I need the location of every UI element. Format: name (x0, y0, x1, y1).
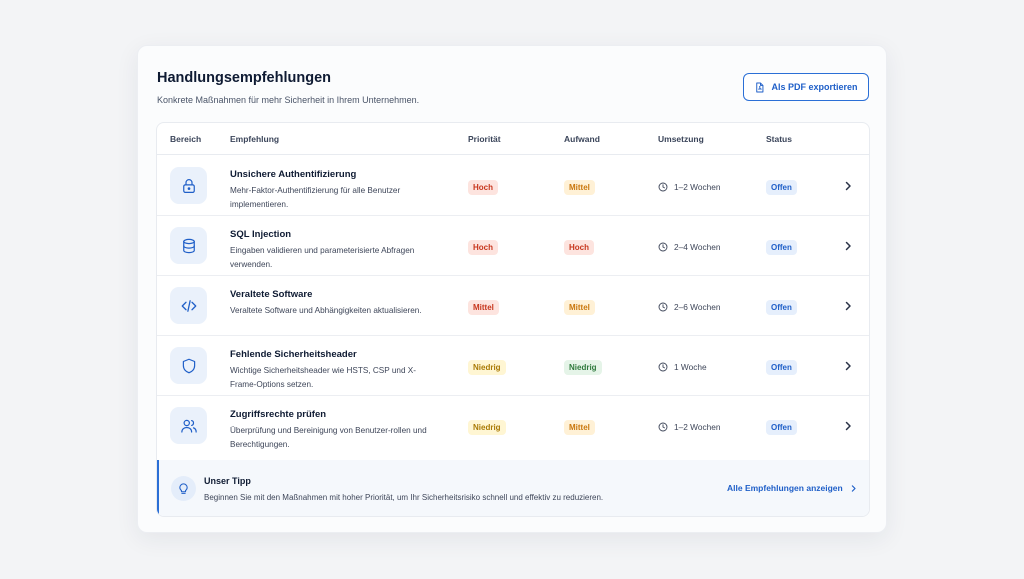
tip-text: Beginnen Sie mit den Maßnahmen mit hoher… (204, 493, 604, 502)
chevron-right-icon (851, 484, 856, 492)
chevron-right-icon[interactable] (842, 360, 854, 372)
tip-title: Unser Tipp (204, 476, 251, 486)
priority-badge: Hoch (468, 240, 498, 255)
tip-box: Unser Tipp Beginnen Sie mit den Maßnahme… (157, 460, 869, 516)
table-row[interactable]: Veraltete Software Veraltete Software un… (157, 276, 869, 336)
row-icon-box (170, 347, 207, 384)
chevron-right-icon[interactable] (842, 240, 854, 252)
row-description: Veraltete Software und Abhängigkeiten ak… (230, 306, 422, 315)
effort-badge: Mittel (564, 300, 595, 315)
effort-badge: Niedrig (564, 360, 602, 375)
duration-text: 1 Woche (674, 362, 707, 372)
pdf-file-icon (756, 82, 764, 92)
column-header-umsetzung: Umsetzung (658, 134, 704, 144)
recommendations-table: Bereich Empfehlung Priorität Aufwand Ums… (156, 122, 870, 517)
table-header: Bereich Empfehlung Priorität Aufwand Ums… (157, 123, 869, 155)
priority-badge: Mittel (468, 300, 499, 315)
row-description: Wichtige Sicherheitsheader wie HSTS, CSP… (230, 366, 416, 389)
duration-text: 1–2 Wochen (674, 182, 721, 192)
column-header-prioritaet: Priorität (468, 134, 501, 144)
lightbulb-icon (179, 483, 188, 494)
code-icon (181, 299, 196, 312)
effort-badge: Hoch (564, 240, 594, 255)
row-icon-box (170, 407, 207, 444)
users-icon (180, 419, 197, 433)
duration-text: 2–4 Wochen (674, 242, 721, 252)
export-pdf-label: Als PDF exportieren (771, 82, 858, 92)
row-title: Veraltete Software (230, 289, 313, 300)
column-header-empfehlung: Empfehlung (230, 134, 280, 144)
chevron-right-icon[interactable] (842, 300, 854, 312)
shield-icon (182, 358, 195, 373)
column-header-status: Status (766, 134, 792, 144)
recommendations-card: Handlungsempfehlungen Konkrete Maßnahmen… (137, 45, 887, 533)
clock-icon (658, 182, 668, 192)
table-row[interactable]: Fehlende Sicherheitsheader Wichtige Sich… (157, 336, 869, 396)
column-header-bereich: Bereich (170, 134, 202, 144)
row-title: SQL Injection (230, 229, 292, 240)
duration-text: 1–2 Wochen (674, 422, 721, 432)
row-description: Mehr-Faktor-Authentifizierung für alle B… (230, 186, 401, 209)
table-row[interactable]: SQL Injection Eingaben validieren und pa… (157, 216, 869, 276)
clock-icon (658, 362, 668, 372)
export-pdf-button[interactable]: Als PDF exportieren (743, 73, 869, 101)
page-title: Handlungsempfehlungen (157, 70, 331, 86)
duration: 1 Woche (658, 362, 707, 372)
clock-icon (658, 422, 668, 432)
chevron-right-icon[interactable] (842, 180, 854, 192)
row-icon-box (170, 227, 207, 264)
effort-badge: Mittel (564, 180, 595, 195)
status-badge: Offen (766, 300, 797, 315)
table-row[interactable]: Zugriffsrechte prüfen Überprüfung und Be… (157, 396, 869, 456)
clock-icon (658, 302, 668, 312)
lock-icon (182, 178, 195, 193)
chevron-right-icon[interactable] (842, 420, 854, 432)
priority-badge: Niedrig (468, 360, 506, 375)
status-badge: Offen (766, 360, 797, 375)
show-all-link-label: Alle Empfehlungen anzeigen (727, 483, 843, 493)
database-icon (182, 238, 195, 253)
duration: 1–2 Wochen (658, 422, 720, 432)
status-badge: Offen (766, 180, 797, 195)
row-description: Eingaben validieren und parameterisierte… (230, 246, 415, 269)
row-title: Zugriffsrechte prüfen (230, 409, 327, 420)
row-icon-box (170, 287, 207, 324)
row-icon-box (170, 167, 207, 204)
page-subtitle: Konkrete Maßnahmen für mehr Sicherheit i… (157, 95, 420, 105)
duration-text: 2–6 Wochen (674, 302, 721, 312)
status-badge: Offen (766, 420, 797, 435)
table-row[interactable]: Unsichere Authentifizierung Mehr-Faktor-… (157, 156, 869, 216)
duration: 1–2 Wochen (658, 182, 720, 192)
effort-badge: Mittel (564, 420, 595, 435)
show-all-recommendations-link[interactable]: Alle Empfehlungen anzeigen (727, 483, 858, 493)
row-title: Fehlende Sicherheitsheader (230, 349, 357, 360)
clock-icon (658, 242, 668, 252)
column-header-aufwand: Aufwand (564, 134, 600, 144)
duration: 2–6 Wochen (658, 302, 720, 312)
status-badge: Offen (766, 240, 797, 255)
priority-badge: Hoch (468, 180, 498, 195)
tip-icon-circle (171, 476, 196, 501)
row-description: Überprüfung und Bereinigung von Benutzer… (230, 426, 427, 449)
priority-badge: Niedrig (468, 420, 506, 435)
row-title: Unsichere Authentifizierung (230, 169, 357, 180)
duration: 2–4 Wochen (658, 242, 720, 252)
